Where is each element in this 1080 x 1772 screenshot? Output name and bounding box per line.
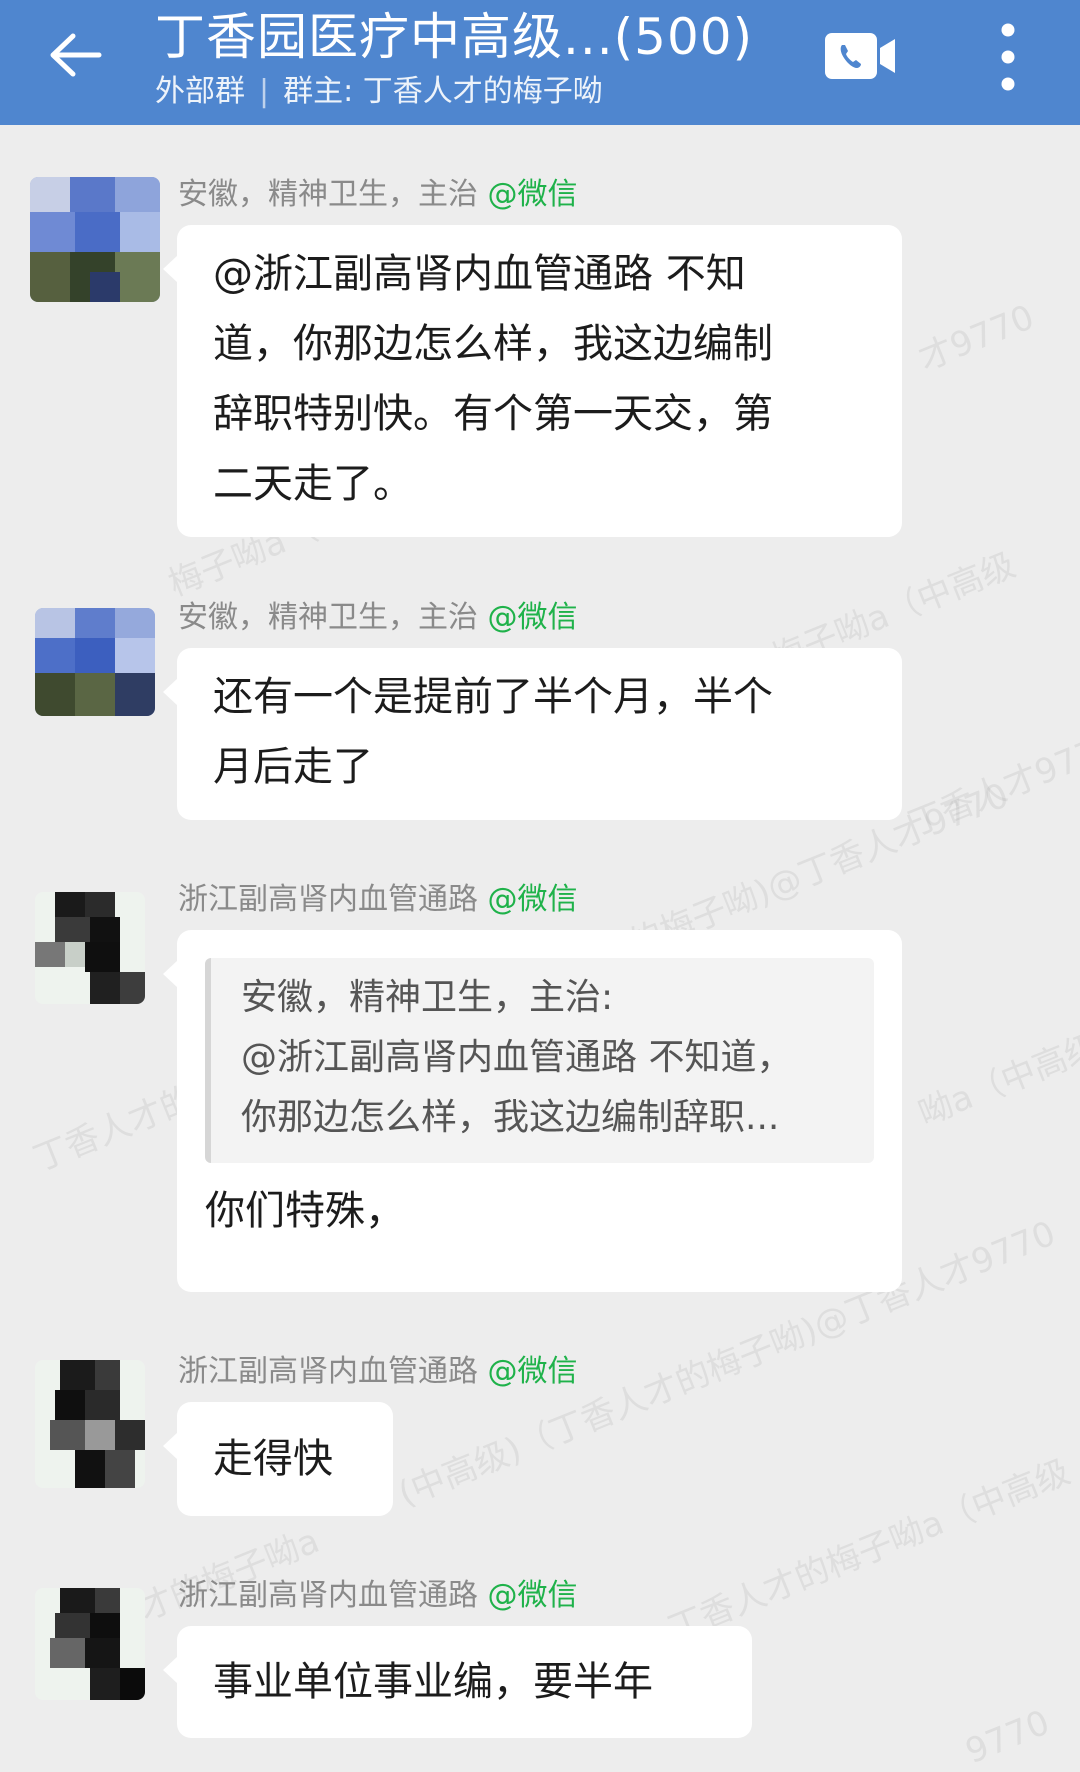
group-title: 丁香园医疗中高级...(500) — [155, 8, 754, 66]
avatar-image — [35, 892, 145, 1004]
group-subtitle: 外部群 | 群主: 丁香人才的梅子呦 — [155, 70, 755, 114]
sender-name: 浙江副高肾内血管通路 @微信 — [178, 1576, 578, 1616]
avatar[interactable] — [35, 1360, 145, 1488]
sender-label: 浙江副高肾内血管通路 — [178, 1578, 478, 1613]
avatar[interactable] — [35, 892, 145, 1004]
sender-label: 安徽，精神卫生，主治 — [178, 177, 478, 212]
platform-tag: @微信 — [487, 1354, 578, 1389]
sender-label: 安徽，精神卫生，主治 — [178, 600, 478, 635]
sender-name: 浙江副高肾内血管通路 @微信 — [178, 1352, 578, 1392]
watermark-text: 呦a（中高级 — [912, 1025, 1080, 1135]
message-text-line: 月后走了 — [213, 744, 373, 790]
avatar-image — [35, 608, 155, 716]
avatar-image — [30, 177, 160, 302]
message-text-line: 道，你那边怎么样，我这边编制 — [213, 321, 773, 367]
watermark-text: 丁香人才的 — [27, 1078, 201, 1180]
avatar[interactable] — [35, 608, 155, 716]
platform-tag: @微信 — [487, 600, 578, 635]
sender-name: 安徽，精神卫生，主治 @微信 — [178, 598, 578, 638]
subtitle-divider: | — [259, 74, 270, 109]
video-call-icon — [825, 33, 895, 79]
quote-text-line: 你那边怎么样，我这边编制辞职... — [241, 1097, 780, 1138]
sender-label: 浙江副高肾内血管通路 — [178, 1354, 478, 1389]
more-options-button[interactable] — [990, 22, 1026, 92]
message-bubble[interactable]: 还有一个是提前了半个月，半个 月后走了 — [163, 648, 902, 820]
message-text-line: 你们特殊， — [205, 1188, 405, 1234]
avatar-image — [35, 1588, 145, 1700]
group-owner-label: 群主: 丁香人才的梅子呦 — [283, 74, 603, 109]
message-bubble[interactable]: 安徽，精神卫生，主治: @浙江副高肾内血管通路 不知道， 你那边怎么样，我这边编… — [163, 930, 902, 1292]
platform-tag: @微信 — [487, 1578, 578, 1613]
message-bubble[interactable]: 走得快 — [163, 1402, 393, 1516]
platform-tag: @微信 — [487, 882, 578, 917]
sender-name: 安徽，精神卫生，主治 @微信 — [178, 175, 578, 215]
watermark-text: 丁香人才的梅子呦a（中高级 — [662, 1451, 1076, 1650]
back-button[interactable] — [40, 20, 110, 90]
avatar-image — [35, 1360, 145, 1488]
message-text-line: 二天走了。 — [213, 461, 413, 507]
arrow-left-icon — [50, 33, 102, 77]
message-text-line: 辞职特别快。有个第一天交，第 — [213, 391, 773, 437]
watermark-text: 才9770 — [912, 297, 1040, 380]
platform-tag: @微信 — [487, 177, 578, 212]
quote-text-line: @浙江副高肾内血管通路 不知道， — [241, 1037, 793, 1078]
message-bubble[interactable]: 事业单位事业编，要半年 — [163, 1626, 752, 1738]
chat-title-area[interactable]: 丁香园医疗中高级...(500) 外部群 | 群主: 丁香人才的梅子呦 — [155, 4, 755, 114]
message-text-line: 走得快 — [213, 1436, 333, 1482]
chat-header: 丁香园医疗中高级...(500) 外部群 | 群主: 丁香人才的梅子呦 — [0, 0, 1080, 125]
avatar[interactable] — [35, 1588, 145, 1700]
group-type-label: 外部群 — [155, 74, 245, 109]
avatar[interactable] — [30, 177, 160, 302]
message-text-line: 还有一个是提前了半个月，半个 — [213, 674, 773, 720]
more-vertical-icon — [1001, 23, 1015, 91]
watermark-text: 丁香人才9770 — [902, 724, 1080, 845]
sender-label: 浙江副高肾内血管通路 — [178, 882, 478, 917]
message-text-line: 事业单位事业编，要半年 — [213, 1659, 653, 1705]
watermark-text: 9770 — [960, 1702, 1056, 1772]
message-text-line: @浙江副高肾内血管通路 不知 — [213, 251, 746, 297]
quoted-message[interactable]: 安徽，精神卫生，主治: @浙江副高肾内血管通路 不知道， 你那边怎么样，我这边编… — [205, 958, 874, 1163]
sender-name: 浙江副高肾内血管通路 @微信 — [178, 880, 578, 920]
video-call-button[interactable] — [825, 33, 897, 79]
quote-text-line: 安徽，精神卫生，主治: — [241, 977, 614, 1018]
message-bubble[interactable]: @浙江副高肾内血管通路 不知 道，你那边怎么样，我这边编制 辞职特别快。有个第一… — [163, 225, 902, 537]
